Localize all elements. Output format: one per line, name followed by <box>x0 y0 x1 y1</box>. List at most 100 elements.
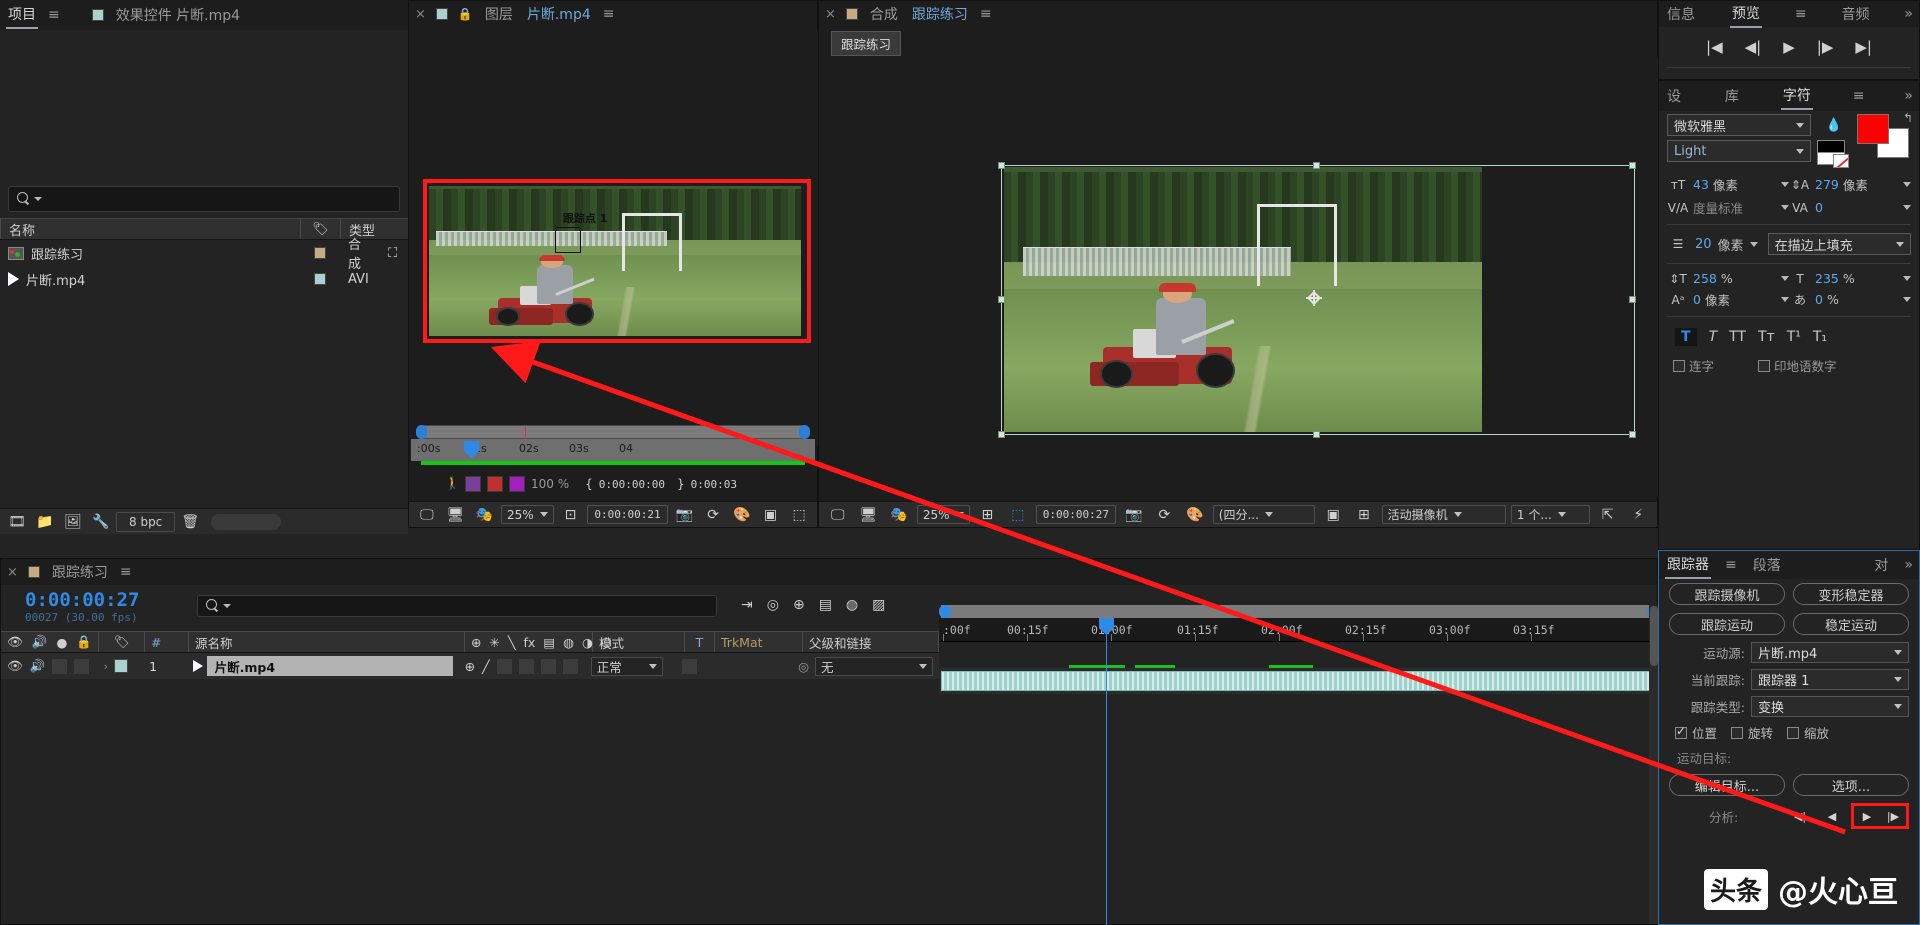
tab-align[interactable]: 对 <box>1872 552 1890 578</box>
default-colors-icon[interactable] <box>1817 140 1851 170</box>
font-size-field[interactable]: ᴛT 43 像素 <box>1667 175 1789 194</box>
selection-handle[interactable] <box>1629 162 1636 169</box>
camera-select[interactable]: 活动摄像机 <box>1381 505 1506 524</box>
comp-viewer-stage[interactable] <box>819 57 1659 497</box>
mask-view-icon[interactable]: ▣ <box>759 504 783 526</box>
layer-timecode[interactable]: 0:00:00:21 <box>587 505 668 524</box>
timeline-work-area-bar[interactable] <box>939 605 1659 618</box>
main-view-icon[interactable]: 🖥 <box>856 504 882 526</box>
delete-icon[interactable]: 🗑 <box>177 511 203 533</box>
always-preview-icon[interactable]: 🖵 <box>825 504 851 526</box>
grid-guides-icon[interactable]: ⊞ <box>975 504 1001 526</box>
chevron-down-icon[interactable] <box>1903 276 1911 281</box>
eyedropper-icon[interactable]: 💧 <box>1823 114 1845 136</box>
walk-in-icon[interactable] <box>465 476 481 492</box>
warp-stabilizer-button[interactable]: 变形稳定器 <box>1793 583 1909 605</box>
hide-shy-icon[interactable]: ⊕ <box>793 597 805 613</box>
layer-3d-toggle[interactable] <box>562 658 578 674</box>
analyze-forward-1-icon[interactable]: |▶ <box>1880 806 1906 826</box>
views-select[interactable]: 1 个... <box>1510 505 1590 524</box>
lock-icon[interactable]: 🔒 <box>76 634 92 650</box>
walk-out-icon[interactable] <box>487 476 503 492</box>
video-visibility-icon[interactable]: 👁 <box>7 634 23 650</box>
show-snapshot-icon[interactable]: ⟳ <box>1152 504 1178 526</box>
selection-handle[interactable] <box>1313 162 1320 169</box>
overflow-icon[interactable]: » <box>1904 88 1913 104</box>
new-folder-icon[interactable]: 📁 <box>32 511 58 533</box>
fill-stroke-colors[interactable]: ↰ <box>1857 111 1913 160</box>
motion-source-select[interactable]: 片断.mp4 <box>1751 642 1909 663</box>
tab-info[interactable]: 信息 <box>1665 1 1697 27</box>
layer-playhead[interactable] <box>464 441 479 458</box>
layer-visibility-icon[interactable]: 👁 <box>7 658 23 674</box>
position-option[interactable]: 位置 <box>1675 723 1717 742</box>
composition-mini-flowchart-icon[interactable]: ⇥ <box>741 597 753 613</box>
timeline-comp-name[interactable]: 跟踪练习 <box>50 559 110 585</box>
panel-menu-icon[interactable]: ≡ <box>1725 557 1737 573</box>
frame-blending-icon[interactable]: ▤ <box>819 597 832 613</box>
last-frame-icon[interactable]: ▶| <box>1855 38 1872 56</box>
column-source-name[interactable]: 源名称 <box>195 633 233 652</box>
region-interest-icon[interactable]: ⬚ <box>1005 504 1031 526</box>
layer-motion-blur-toggle[interactable] <box>540 658 556 674</box>
chevron-down-icon[interactable] <box>1749 241 1758 247</box>
track-type-select[interactable]: 变换 <box>1751 696 1909 717</box>
walk-icon[interactable]: 🚶 <box>445 476 460 493</box>
layer-label-swatch[interactable] <box>114 659 129 673</box>
layer-mode-select[interactable]: 正常 <box>590 656 663 676</box>
show-snapshot-icon[interactable]: ⟳ <box>701 504 725 526</box>
comp-timecode[interactable]: 0:00:00:27 <box>1035 505 1116 524</box>
font-family-select[interactable]: 微软雅黑 <box>1667 114 1811 136</box>
superscript-button[interactable]: T¹ <box>1787 329 1801 345</box>
scale-option[interactable]: 缩放 <box>1787 723 1829 742</box>
3d-view-icon[interactable]: ⊞ <box>1351 504 1377 526</box>
layer-lock-button[interactable] <box>74 658 90 674</box>
table-row[interactable]: 片断.mp4 AVI <box>0 266 408 292</box>
rotation-option[interactable]: 旋转 <box>1731 723 1773 742</box>
layer-viewer-stage[interactable]: 跟踪点 1 <box>409 31 819 446</box>
label-tag-icon[interactable]: 🏷 <box>114 634 130 650</box>
panel-menu-icon[interactable]: ≡ <box>48 7 60 23</box>
layer-time-ruler[interactable]: :00s 01s 02s 03s 04 <box>411 439 815 461</box>
layer-t-toggle[interactable] <box>681 658 697 674</box>
small-caps-button[interactable]: Tᴛ <box>1758 329 1775 345</box>
draft-3d-icon[interactable]: ◎ <box>767 597 779 613</box>
selection-handle[interactable] <box>998 431 1005 438</box>
tab-paragraph[interactable]: 段落 <box>1751 552 1783 578</box>
baseline-shift-field[interactable]: Aᵃ 0 像素 <box>1667 290 1789 309</box>
analyze-forward-icon[interactable]: ▶ <box>1854 806 1880 826</box>
label-color-swatch[interactable] <box>314 273 326 285</box>
layer-work-area-bar[interactable] <box>416 425 810 440</box>
leading-field[interactable]: ⇕A 279 像素 <box>1789 175 1911 194</box>
fast-preview-icon[interactable]: ⚡ <box>1625 504 1651 526</box>
layer-parent-select[interactable]: 无 <box>815 656 933 676</box>
ligatures-checkbox[interactable] <box>1673 359 1685 372</box>
chevron-down-icon[interactable] <box>1903 182 1911 187</box>
lock-icon[interactable]: 🔒 <box>458 7 473 21</box>
channel-icon[interactable]: 🎭 <box>472 504 496 526</box>
stabilize-motion-button[interactable]: 稳定运动 <box>1793 613 1909 635</box>
motion-blur-icon[interactable]: ◍ <box>846 597 858 613</box>
snapshot-icon[interactable]: 📷 <box>673 504 697 526</box>
out-point-value[interactable]: 0:00:03 <box>691 478 737 491</box>
timeline-layer-row[interactable]: 👁 🔊 › 1 片断.mp4 ⊕ ╱ 正常 ◎ 无 <box>1 653 939 679</box>
edit-target-button[interactable]: 编辑目标... <box>1669 774 1785 796</box>
tracker-options-button[interactable]: 选项... <box>1793 774 1909 796</box>
close-icon[interactable]: × <box>415 7 426 22</box>
channel-rgb-icon[interactable]: 🎨 <box>730 504 754 526</box>
channel-icon[interactable]: 🎭 <box>886 504 912 526</box>
timeline-clip[interactable] <box>941 671 1657 691</box>
table-row[interactable]: 跟踪练习 合成 ⛶ <box>0 238 408 272</box>
panel-menu-icon[interactable]: ≡ <box>1853 88 1865 104</box>
play-icon[interactable]: ▶ <box>1783 38 1795 56</box>
bit-depth-button[interactable]: 8 bpc <box>116 511 176 532</box>
first-frame-icon[interactable]: |◀ <box>1706 38 1723 56</box>
tab-library[interactable]: 库 <box>1723 83 1741 109</box>
zoom-select[interactable]: 25% <box>916 505 970 524</box>
interpret-footage-icon[interactable]: 🎞 <box>4 511 30 533</box>
track-motion-button[interactable]: 跟踪运动 <box>1669 613 1785 635</box>
transparency-grid-icon[interactable]: ▣ <box>1320 504 1346 526</box>
tab-effect-controls[interactable]: 效果控件 片断.mp4 <box>114 2 242 28</box>
selection-handle[interactable] <box>998 296 1005 303</box>
swap-colors-icon[interactable]: ↰ <box>1903 111 1913 125</box>
